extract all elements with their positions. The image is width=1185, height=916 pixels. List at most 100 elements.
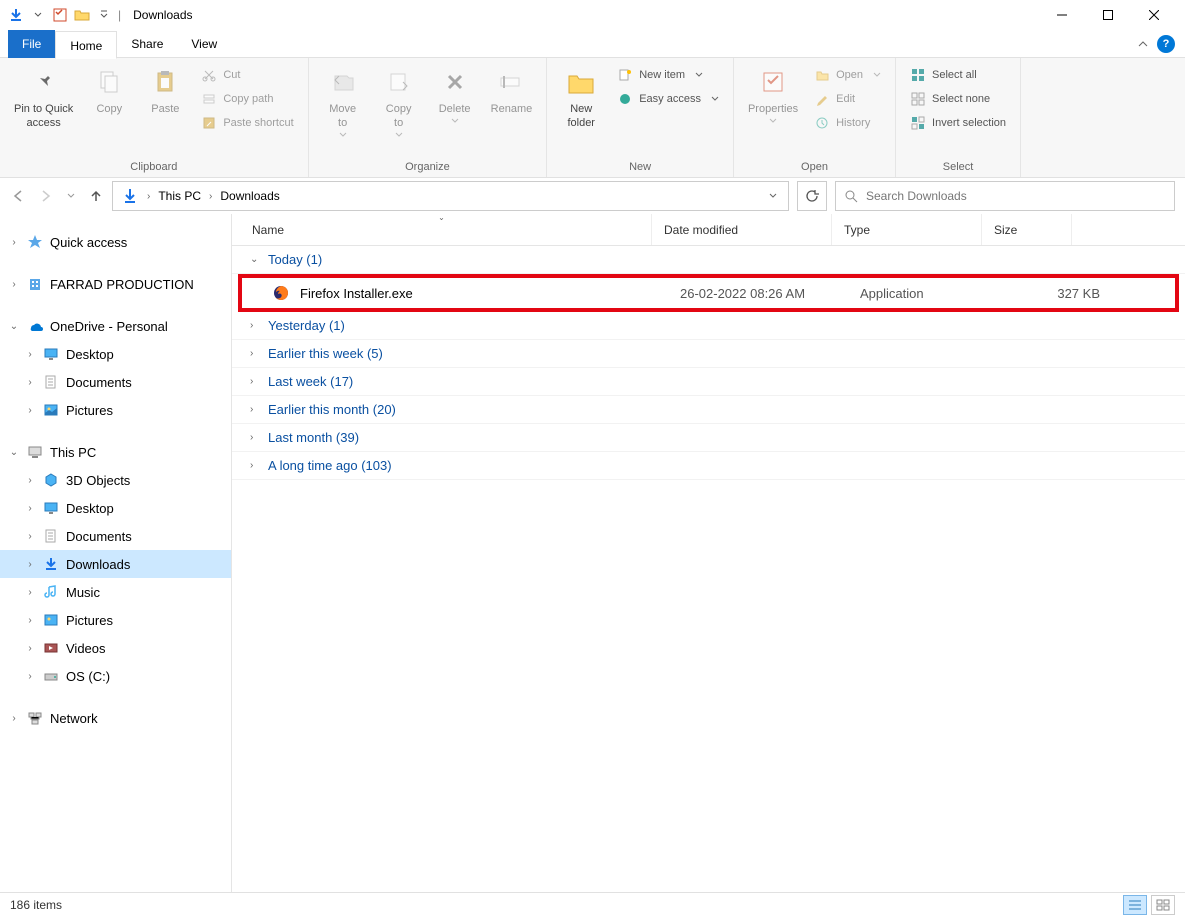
address-dropdown-button[interactable] — [762, 191, 784, 201]
paste-shortcut-button[interactable]: Paste shortcut — [195, 112, 299, 134]
group-earlier-week[interactable]: ›Earlier this week (5) — [232, 340, 1185, 368]
group-label-organize: Organize — [317, 159, 539, 175]
maximize-button[interactable] — [1085, 0, 1131, 30]
breadcrumb-bar[interactable]: › This PC › Downloads — [112, 181, 789, 211]
breadcrumb-root-icon[interactable] — [117, 182, 143, 210]
ribbon-collapse-chevron-icon[interactable] — [1137, 38, 1149, 50]
documents-icon — [42, 527, 60, 545]
qat-properties-icon[interactable] — [52, 7, 68, 23]
rename-icon — [495, 66, 527, 98]
tab-file[interactable]: File — [8, 30, 55, 58]
tree-network[interactable]: ›Network — [0, 704, 231, 732]
tree-onedrive-documents[interactable]: ›Documents — [0, 368, 231, 396]
open-button[interactable]: Open — [808, 64, 887, 86]
tree-onedrive[interactable]: ⌄OneDrive - Personal — [0, 312, 231, 340]
breadcrumb-chevron-icon[interactable]: › — [145, 191, 152, 202]
nav-back-button[interactable] — [10, 188, 26, 204]
move-to-button[interactable]: Move to — [317, 62, 369, 142]
tree-this-pc[interactable]: ⌄This PC — [0, 438, 231, 466]
easy-access-button[interactable]: Easy access — [611, 88, 725, 110]
file-type: Application — [860, 286, 1010, 301]
tree-pc-downloads[interactable]: ›Downloads — [0, 550, 231, 578]
group-label-open: Open — [742, 159, 887, 175]
group-long-ago[interactable]: ›A long time ago (103) — [232, 452, 1185, 480]
column-date[interactable]: Date modified — [652, 214, 832, 245]
search-input[interactable]: Search Downloads — [835, 181, 1175, 211]
new-item-icon — [617, 67, 633, 83]
tree-farrad[interactable]: ›FARRAD PRODUCTION — [0, 270, 231, 298]
help-button[interactable]: ? — [1157, 35, 1175, 53]
tree-onedrive-pictures[interactable]: ›Pictures — [0, 396, 231, 424]
group-last-week[interactable]: ›Last week (17) — [232, 368, 1185, 396]
column-size[interactable]: Size — [982, 214, 1072, 245]
tree-pc-videos[interactable]: ›Videos — [0, 634, 231, 662]
delete-button[interactable]: Delete — [429, 62, 481, 128]
edit-button[interactable]: Edit — [808, 88, 887, 110]
paste-shortcut-icon — [201, 115, 217, 131]
videos-icon — [42, 639, 60, 657]
new-item-button[interactable]: New item — [611, 64, 725, 86]
group-earlier-month[interactable]: ›Earlier this month (20) — [232, 396, 1185, 424]
group-yesterday[interactable]: ›Yesterday (1) — [232, 312, 1185, 340]
history-button[interactable]: History — [808, 112, 887, 134]
paste-button[interactable]: Paste — [139, 62, 191, 120]
status-bar: 186 items — [0, 892, 1185, 916]
properties-button[interactable]: Properties — [742, 62, 804, 128]
copy-path-button[interactable]: Copy path — [195, 88, 299, 110]
address-bar-row: › This PC › Downloads Search Downloads — [0, 178, 1185, 214]
pin-to-quick-access-button[interactable]: Pin to Quick access — [8, 62, 79, 134]
tree-onedrive-desktop[interactable]: ›Desktop — [0, 340, 231, 368]
nav-forward-button[interactable] — [38, 188, 54, 204]
qat-dropdown-icon[interactable] — [30, 7, 46, 23]
tree-pc-music[interactable]: ›Music — [0, 578, 231, 606]
tree-pc-documents[interactable]: ›Documents — [0, 522, 231, 550]
onedrive-icon — [26, 317, 44, 335]
select-all-icon — [910, 67, 926, 83]
column-name[interactable]: ⌄Name — [232, 214, 652, 245]
rename-button[interactable]: Rename — [485, 62, 539, 120]
cut-icon — [201, 67, 217, 83]
refresh-button[interactable] — [797, 181, 827, 211]
search-icon — [844, 189, 858, 203]
qat-chevron-icon[interactable] — [96, 7, 112, 23]
breadcrumb-downloads[interactable]: Downloads — [216, 182, 283, 210]
tab-share[interactable]: Share — [117, 30, 177, 58]
file-row[interactable]: Firefox Installer.exe 26-02-2022 08:26 A… — [242, 278, 1175, 308]
tree-pc-osc[interactable]: ›OS (C:) — [0, 662, 231, 690]
tree-quick-access[interactable]: ›Quick access — [0, 228, 231, 256]
column-type[interactable]: Type — [832, 214, 982, 245]
tree-pc-desktop[interactable]: ›Desktop — [0, 494, 231, 522]
select-none-icon — [910, 91, 926, 107]
select-all-button[interactable]: Select all — [904, 64, 1012, 86]
ribbon: Pin to Quick access Copy Paste Cut Copy … — [0, 58, 1185, 178]
breadcrumb-chevron-icon[interactable]: › — [207, 191, 214, 202]
properties-icon — [757, 66, 789, 98]
downloads-icon — [42, 555, 60, 573]
invert-selection-button[interactable]: Invert selection — [904, 112, 1012, 134]
tab-view[interactable]: View — [177, 30, 231, 58]
cut-button[interactable]: Cut — [195, 64, 299, 86]
view-details-button[interactable] — [1123, 895, 1147, 915]
qat-folder-icon[interactable] — [74, 7, 90, 23]
tree-pc-pictures[interactable]: ›Pictures — [0, 606, 231, 634]
view-large-icons-button[interactable] — [1151, 895, 1175, 915]
group-last-month[interactable]: ›Last month (39) — [232, 424, 1185, 452]
easy-access-icon — [617, 91, 633, 107]
tree-3d-objects[interactable]: ›3D Objects — [0, 466, 231, 494]
copy-to-button[interactable]: Copy to — [373, 62, 425, 142]
select-none-button[interactable]: Select none — [904, 88, 1012, 110]
pictures-icon — [42, 611, 60, 629]
close-button[interactable] — [1131, 0, 1177, 30]
breadcrumb-this-pc[interactable]: This PC — [154, 182, 205, 210]
minimize-button[interactable] — [1039, 0, 1085, 30]
copy-button[interactable]: Copy — [83, 62, 135, 120]
tab-home[interactable]: Home — [55, 31, 117, 59]
nav-up-button[interactable] — [88, 188, 104, 204]
group-today[interactable]: ⌄Today (1) — [232, 246, 1185, 274]
history-icon — [814, 115, 830, 131]
copy-to-icon — [383, 66, 415, 98]
nav-recent-dropdown[interactable] — [66, 191, 76, 201]
new-folder-button[interactable]: New folder — [555, 62, 607, 134]
group-label-new: New — [555, 159, 725, 175]
delete-icon — [439, 66, 471, 98]
